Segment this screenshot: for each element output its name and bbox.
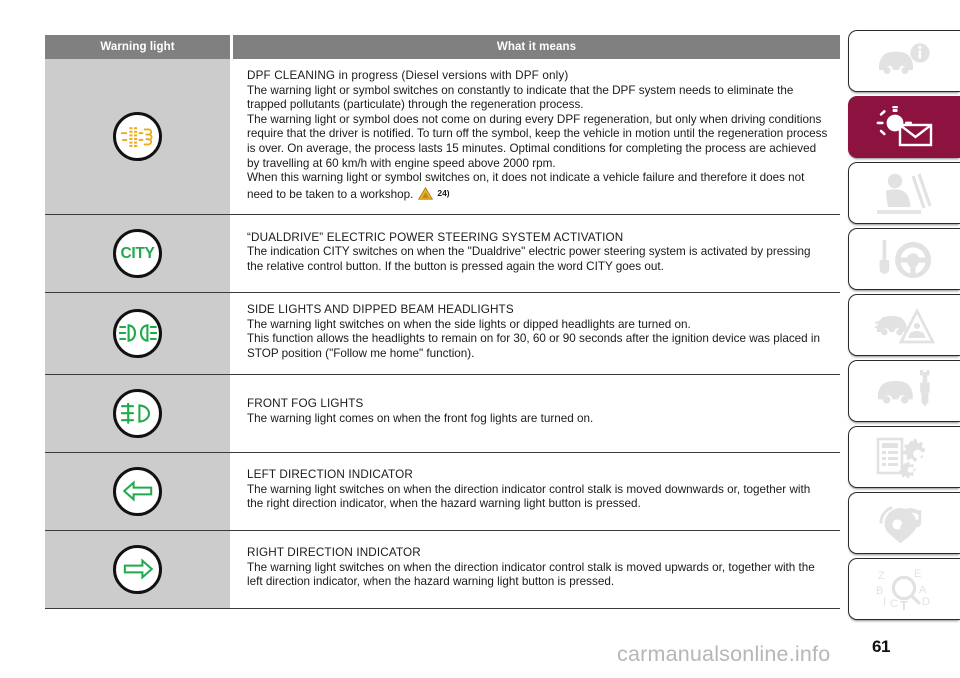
dpf-cleaning-warning-icon xyxy=(113,112,162,162)
column-header-what-it-means: What it means xyxy=(233,35,840,59)
tab-multimedia[interactable] xyxy=(848,492,960,554)
car-info-icon xyxy=(875,40,935,82)
warning-light-icon-cell xyxy=(45,59,230,215)
front-fog-lights-warning-icon xyxy=(113,388,162,438)
warning-light-message-icon xyxy=(875,106,935,148)
table-row: LEFT DIRECTION INDICATOR The warning ligh… xyxy=(45,452,840,531)
description-body: The indication CITY switches on when the… xyxy=(247,245,814,273)
description-title: RIGHT DIRECTION INDICATOR xyxy=(247,546,421,560)
svg-text:Z: Z xyxy=(878,570,885,582)
car-wrench-icon xyxy=(875,370,935,412)
section-tab-rail[interactable]: ZBICTEAD xyxy=(848,30,960,624)
warning-light-icon-cell xyxy=(45,374,230,452)
left-direction-indicator-warning-icon xyxy=(113,466,162,516)
table-row: FRONT FOG LIGHTS The warning light comes … xyxy=(45,374,840,453)
description-body: The warning light switches on when the d… xyxy=(247,482,814,511)
tab-maintenance-and-care[interactable] xyxy=(848,360,960,422)
watermark: carmanualsonline.info xyxy=(617,642,831,666)
side-lights-dipped-beam-warning-icon xyxy=(113,308,162,358)
manual-page: Warning light What it means DPF CLEANING… xyxy=(0,0,960,678)
warning-light-icon-cell xyxy=(45,452,230,530)
spec-list-gears-icon xyxy=(875,436,935,478)
description-title: “DUALDRIVE” ELECTRIC POWER STEERING SYST… xyxy=(247,230,624,244)
svg-text:I: I xyxy=(883,596,886,608)
right-direction-indicator-warning-icon xyxy=(113,544,162,594)
svg-text:D: D xyxy=(922,596,930,608)
warning-light-description-cell: LEFT DIRECTION INDICATOR The warning ligh… xyxy=(233,453,840,530)
column-header-warning-light: Warning light xyxy=(45,35,230,59)
car-breakdown-warning-triangle-icon xyxy=(874,304,935,346)
tab-safety[interactable] xyxy=(848,162,960,224)
description-title: FRONT FOG LIGHTS xyxy=(247,397,364,411)
table-row: DPF CLEANING in progress (Diesel version… xyxy=(45,59,840,216)
warning-light-icon-cell xyxy=(45,293,230,374)
warning-light-description-cell: RIGHT DIRECTION INDICATOR The warning lig… xyxy=(233,531,840,608)
tab-technical-specifications[interactable] xyxy=(848,426,960,488)
radio-music-note-icon xyxy=(875,502,935,544)
table-header-row: Warning light What it means xyxy=(45,35,840,59)
svg-text:C: C xyxy=(890,598,898,610)
table-row: RIGHT DIRECTION INDICATOR The warning lig… xyxy=(45,530,840,609)
index-magnifier-icon: ZBICTEAD xyxy=(875,568,935,610)
tab-alphabetical-index[interactable]: ZBICTEAD xyxy=(848,558,960,620)
city-dualdrive-warning-icon: CITY xyxy=(113,229,162,279)
table-row: SIDE LIGHTS AND DIPPED BEAM HEADLIGHTS Th… xyxy=(45,293,840,375)
description-body: The warning light comes on when the fron… xyxy=(247,412,594,426)
description-title: LEFT DIRECTION INDICATOR xyxy=(247,468,413,482)
warning-lights-table: Warning light What it means DPF CLEANING… xyxy=(45,35,840,609)
description-title: DPF CLEANING in progress (Diesel version… xyxy=(247,69,569,82)
tab-warning-lights-and-messages[interactable] xyxy=(848,96,960,158)
warning-light-description-cell: FRONT FOG LIGHTS The warning light comes … xyxy=(233,375,840,452)
description-title: SIDE LIGHTS AND DIPPED BEAM HEADLIGHTS xyxy=(247,303,514,317)
key-steering-wheel-icon xyxy=(875,238,935,280)
tab-in-emergency[interactable] xyxy=(848,294,960,356)
description-body: The warning light switches on when the s… xyxy=(247,317,824,360)
table-body: DPF CLEANING in progress (Diesel version… xyxy=(45,59,840,609)
warning-light-description-cell: DPF CLEANING in progress (Diesel version… xyxy=(233,59,840,214)
tab-dashboard-and-controls[interactable] xyxy=(848,30,960,92)
warning-light-icon-cell: CITY xyxy=(45,215,230,293)
city-icon-label: CITY xyxy=(120,244,155,262)
description-body: The warning light or symbol switches on … xyxy=(247,83,831,201)
page-number: 61 xyxy=(872,637,890,656)
footnote-reference: 24) xyxy=(418,186,450,201)
svg-text:A: A xyxy=(919,584,927,596)
warning-light-description-cell: “DUALDRIVE” ELECTRIC POWER STEERING SYST… xyxy=(233,215,840,292)
warning-light-icon-cell xyxy=(45,530,230,608)
table-row: CITY “DUALDRIVE” ELECTRIC POWER STEERING … xyxy=(45,215,840,294)
footnote-number: 24) xyxy=(437,187,450,198)
tab-starting-and-driving[interactable] xyxy=(848,228,960,290)
description-body: The warning light switches on when the d… xyxy=(247,560,819,589)
svg-text:E: E xyxy=(914,568,921,580)
warning-light-description-cell: SIDE LIGHTS AND DIPPED BEAM HEADLIGHTS Th… xyxy=(233,293,840,373)
seatbelt-occupant-icon xyxy=(875,172,935,214)
